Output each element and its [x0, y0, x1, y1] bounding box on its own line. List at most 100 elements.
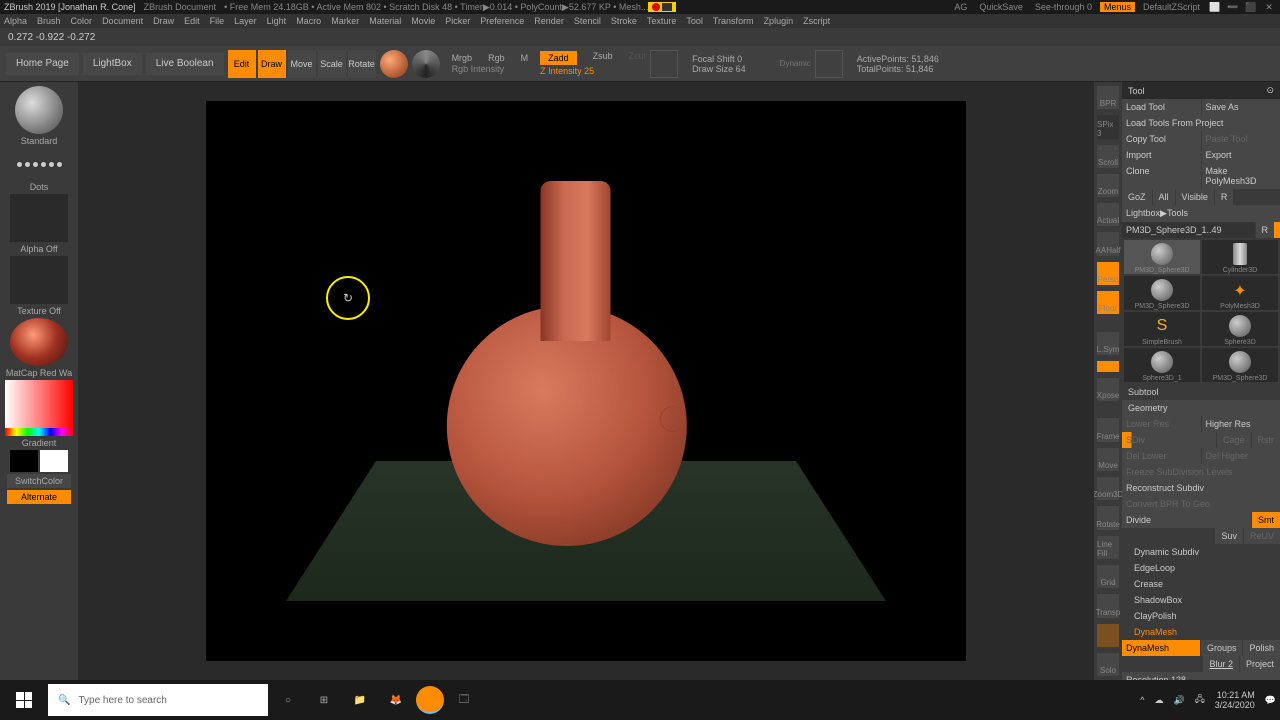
- makepolymesh-button[interactable]: Make PolyMesh3D: [1202, 163, 1280, 189]
- aahalf-button[interactable]: AAHalf: [1097, 232, 1119, 255]
- alternate-button[interactable]: Alternate: [7, 490, 71, 504]
- zcut-button[interactable]: Zcut: [629, 51, 647, 65]
- texture-selector[interactable]: [10, 256, 68, 304]
- goz-r-button[interactable]: R: [1215, 189, 1234, 205]
- liveboolean-button[interactable]: Live Boolean: [146, 53, 224, 75]
- move3d-button[interactable]: Move: [1097, 448, 1119, 471]
- lightbox-button[interactable]: LightBox: [83, 53, 142, 75]
- homepage-button[interactable]: Home Page: [6, 53, 79, 75]
- menu-item[interactable]: Zplugin: [764, 16, 794, 26]
- dynamesh-button[interactable]: DynaMesh: [1122, 640, 1200, 656]
- bpr-button[interactable]: BPR: [1097, 86, 1119, 109]
- secondary-color-swatch[interactable]: [10, 450, 38, 472]
- zoom3d-button[interactable]: Zoom3D: [1097, 477, 1119, 500]
- dellower-button[interactable]: Del Lower: [1122, 448, 1201, 464]
- edgeloop-section[interactable]: EdgeLoop: [1122, 560, 1280, 576]
- zoom-button[interactable]: Zoom: [1097, 174, 1119, 197]
- tool-thumb[interactable]: PM3D_Sphere3D: [1202, 348, 1278, 382]
- dynamic-toggle[interactable]: Dynamic: [780, 59, 811, 68]
- sculptris-button[interactable]: [412, 50, 440, 78]
- mesh-name-field[interactable]: PM3D_Sphere3D_1..49: [1122, 222, 1255, 238]
- smt-button[interactable]: Smt: [1252, 512, 1280, 528]
- mesh-neck[interactable]: [541, 181, 611, 341]
- menu-item[interactable]: Marker: [331, 16, 359, 26]
- draw-mode-button[interactable]: Draw: [258, 50, 286, 78]
- groups-button[interactable]: Groups: [1201, 640, 1243, 656]
- stroke-selector[interactable]: [15, 148, 63, 180]
- zadd-button[interactable]: Zadd: [540, 51, 577, 65]
- menu-item[interactable]: Render: [534, 16, 564, 26]
- menu-item[interactable]: Document: [102, 16, 143, 26]
- subtool-section[interactable]: Subtool: [1122, 384, 1280, 400]
- lsym-button[interactable]: L.Sym: [1097, 332, 1119, 355]
- focal-curve[interactable]: [650, 50, 678, 78]
- rgb-intensity-slider[interactable]: Rgb Intensity: [452, 64, 529, 74]
- mrgb-button[interactable]: Mrgb: [452, 53, 473, 63]
- focalshift-slider[interactable]: Focal Shift 0: [692, 54, 746, 64]
- search-input[interactable]: 🔍Type here to search: [48, 684, 268, 716]
- axis-toggle[interactable]: [1097, 361, 1119, 372]
- menu-item[interactable]: Preference: [480, 16, 524, 26]
- lightbox-tools-button[interactable]: Lightbox▶Tools: [1122, 205, 1280, 222]
- quicksave-button[interactable]: QuickSave: [975, 2, 1027, 12]
- linefill-button[interactable]: Line Fill: [1097, 536, 1119, 559]
- firefox-app[interactable]: 🦊: [380, 684, 412, 716]
- suv-button[interactable]: Suv: [1215, 528, 1243, 544]
- menu-item[interactable]: Brush: [37, 16, 61, 26]
- claypolish-section[interactable]: ClayPolish: [1122, 608, 1280, 624]
- polish-button[interactable]: Polish: [1243, 640, 1280, 656]
- primary-color-swatch[interactable]: [40, 450, 68, 472]
- goz-all-button[interactable]: All: [1153, 189, 1175, 205]
- rotate-mode-button[interactable]: Rotate: [348, 50, 376, 78]
- zsub-button[interactable]: Zsub: [593, 51, 613, 65]
- mesh-sphere[interactable]: [447, 306, 687, 546]
- rgb-button[interactable]: Rgb: [488, 53, 505, 63]
- menu-item[interactable]: Tool: [686, 16, 703, 26]
- shadowbox-section[interactable]: ShadowBox: [1122, 592, 1280, 608]
- viewport[interactable]: [78, 82, 1094, 680]
- spix-slider[interactable]: SPix 3: [1097, 115, 1119, 138]
- resolution-slider[interactable]: Resolution 128: [1122, 672, 1280, 680]
- tool-thumb[interactable]: Cylinder3D: [1202, 240, 1278, 274]
- menu-item[interactable]: Macro: [296, 16, 321, 26]
- tray-volume-icon[interactable]: 🔊: [1173, 695, 1184, 706]
- menu-item[interactable]: File: [210, 16, 225, 26]
- tool-thumb[interactable]: SSimpleBrush: [1124, 312, 1200, 346]
- geometry-section[interactable]: Geometry: [1122, 400, 1280, 416]
- floor-button[interactable]: Floor: [1097, 291, 1119, 314]
- pastetool-button[interactable]: Paste Tool: [1202, 131, 1280, 147]
- export-button[interactable]: Export: [1202, 147, 1280, 163]
- cage-button[interactable]: Cage: [1217, 432, 1251, 448]
- seethrough-slider[interactable]: See-through 0: [1031, 2, 1096, 12]
- higherres-button[interactable]: Higher Res: [1202, 416, 1280, 432]
- saveas-button[interactable]: Save As: [1202, 99, 1280, 115]
- close-icon[interactable]: ✕: [1262, 0, 1276, 14]
- menu-item[interactable]: Light: [267, 16, 287, 26]
- rotate3d-button[interactable]: Rotate: [1097, 506, 1119, 529]
- z-intensity-slider[interactable]: Z Intensity 25: [540, 66, 646, 76]
- menu-item[interactable]: Color: [71, 16, 93, 26]
- lowerres-button[interactable]: Lower Res: [1122, 416, 1201, 432]
- menu-item[interactable]: Texture: [647, 16, 677, 26]
- tray-network-icon[interactable]: 🖧: [1195, 692, 1205, 708]
- solo-button[interactable]: Solo: [1097, 653, 1119, 676]
- drawsize-slider[interactable]: Draw Size 64: [692, 64, 746, 74]
- size-curve[interactable]: [815, 50, 843, 78]
- gizmo-button[interactable]: [380, 50, 408, 78]
- freeze-button[interactable]: Freeze SubDivision Levels: [1122, 464, 1280, 480]
- dynamesh-section[interactable]: DynaMesh: [1122, 624, 1280, 640]
- taskview-button[interactable]: ⊞: [308, 684, 340, 716]
- minimize-icon[interactable]: ➖: [1226, 0, 1240, 14]
- edit-mode-button[interactable]: Edit: [228, 50, 256, 78]
- menus-button[interactable]: Menus: [1100, 2, 1135, 12]
- tool-thumb[interactable]: Sphere3D_1: [1124, 348, 1200, 382]
- gradient-label[interactable]: Gradient: [22, 438, 57, 448]
- menu-item[interactable]: Stencil: [574, 16, 601, 26]
- convertbpr-button[interactable]: Convert BPR To Geo: [1122, 496, 1280, 512]
- sdiv-slider[interactable]: SDiv: [1122, 432, 1216, 448]
- transp-button[interactable]: Transp: [1097, 594, 1119, 617]
- tray-notifications-icon[interactable]: 💬: [1265, 695, 1276, 706]
- explorer-app[interactable]: 📁: [344, 684, 376, 716]
- dynamicsubdiv-section[interactable]: Dynamic Subdiv: [1122, 544, 1280, 560]
- menu-item[interactable]: Edit: [184, 16, 200, 26]
